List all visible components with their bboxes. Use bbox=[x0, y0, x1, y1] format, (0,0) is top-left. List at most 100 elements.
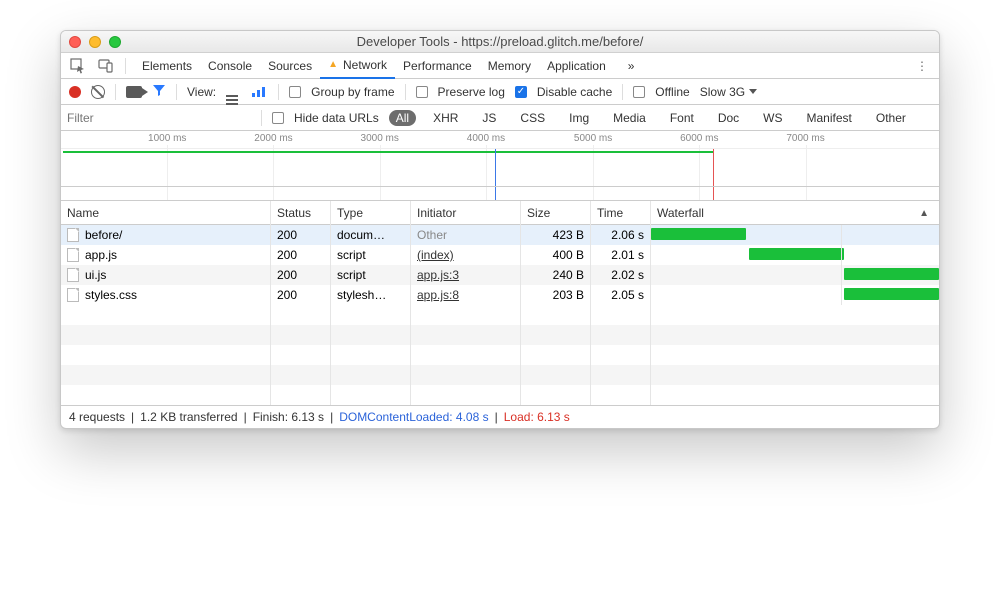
request-size: 400 B bbox=[521, 245, 591, 265]
request-initiator: Other bbox=[417, 228, 447, 242]
request-time: 2.01 s bbox=[591, 245, 651, 265]
dcl-marker bbox=[495, 149, 496, 200]
col-header-initiator[interactable]: Initiator bbox=[411, 201, 521, 225]
tab-label: Network bbox=[343, 58, 387, 72]
col-header-time[interactable]: Time bbox=[591, 201, 651, 225]
screenshot-capture-icon[interactable] bbox=[126, 86, 142, 98]
group-by-frame-checkbox[interactable] bbox=[289, 86, 301, 98]
request-name: app.js bbox=[85, 248, 117, 262]
tab-overflow[interactable]: » bbox=[620, 53, 643, 79]
tab-console[interactable]: Console bbox=[200, 53, 260, 79]
tab-sources[interactable]: Sources bbox=[260, 53, 320, 79]
disable-cache-label: Disable cache bbox=[537, 85, 612, 99]
record-button[interactable] bbox=[69, 86, 81, 98]
waterfall-view-icon[interactable] bbox=[252, 86, 268, 98]
offline-checkbox[interactable] bbox=[633, 86, 645, 98]
group-by-frame-label: Group by frame bbox=[311, 85, 394, 99]
tab-performance[interactable]: Performance bbox=[395, 53, 480, 79]
separator bbox=[278, 84, 279, 100]
hide-data-urls-label: Hide data URLs bbox=[294, 111, 379, 125]
request-time: 2.06 s bbox=[591, 225, 651, 245]
timeline-tick: 1000 ms bbox=[148, 133, 186, 144]
window-title: Developer Tools - https://preload.glitch… bbox=[61, 34, 939, 49]
request-size: 240 B bbox=[521, 265, 591, 285]
throttling-value: Slow 3G bbox=[700, 85, 745, 99]
filter-type-other[interactable]: Other bbox=[869, 110, 913, 126]
large-rows-icon[interactable] bbox=[226, 86, 242, 98]
col-header-size[interactable]: Size bbox=[521, 201, 591, 225]
request-waterfall bbox=[651, 225, 939, 245]
network-toolbar: View: Group by frame Preserve log ✓ Disa… bbox=[61, 79, 939, 105]
file-icon bbox=[67, 288, 79, 302]
request-type: script bbox=[331, 245, 411, 265]
tab-label: Elements bbox=[142, 59, 192, 73]
timeline-tick: 5000 ms bbox=[574, 133, 612, 144]
clear-button[interactable] bbox=[91, 85, 105, 99]
tab-label: Console bbox=[208, 59, 252, 73]
request-waterfall bbox=[651, 245, 939, 265]
request-initiator[interactable]: app.js:3 bbox=[417, 268, 459, 282]
request-initiator[interactable]: (index) bbox=[417, 248, 454, 262]
file-icon bbox=[67, 248, 79, 262]
preserve-log-checkbox[interactable] bbox=[416, 86, 428, 98]
table-row[interactable]: styles.css200stylesh…app.js:8203 B2.05 s bbox=[61, 285, 939, 305]
request-type: script bbox=[331, 265, 411, 285]
filter-type-ws[interactable]: WS bbox=[756, 110, 789, 126]
throttling-select[interactable]: Slow 3G bbox=[700, 85, 757, 99]
tab-memory[interactable]: Memory bbox=[480, 53, 539, 79]
table-empty-area bbox=[61, 305, 939, 405]
filter-type-xhr[interactable]: XHR bbox=[426, 110, 465, 126]
request-size: 203 B bbox=[521, 285, 591, 305]
filter-type-doc[interactable]: Doc bbox=[711, 110, 746, 126]
filter-type-css[interactable]: CSS bbox=[513, 110, 552, 126]
request-status: 200 bbox=[271, 245, 331, 265]
filter-type-manifest[interactable]: Manifest bbox=[800, 110, 859, 126]
inspect-element-icon[interactable] bbox=[67, 55, 89, 77]
filter-type-font[interactable]: Font bbox=[663, 110, 701, 126]
table-row[interactable]: app.js 200script (index) 400 B2.01 s bbox=[61, 245, 939, 265]
timeline-tick: 3000 ms bbox=[361, 133, 399, 144]
request-time: 2.05 s bbox=[591, 285, 651, 305]
kebab-menu-icon[interactable]: ⋮ bbox=[911, 55, 933, 77]
col-header-waterfall[interactable]: Waterfall▲ bbox=[651, 201, 939, 225]
col-header-type[interactable]: Type bbox=[331, 201, 411, 225]
chevron-down-icon bbox=[749, 89, 757, 94]
request-size: 423 B bbox=[521, 225, 591, 245]
table-row[interactable]: before/200docum…Other423 B2.06 s bbox=[61, 225, 939, 245]
request-initiator[interactable]: app.js:8 bbox=[417, 288, 459, 302]
tab-elements[interactable]: Elements bbox=[134, 53, 200, 79]
status-load: Load: 6.13 s bbox=[504, 410, 570, 424]
status-requests: 4 requests bbox=[69, 410, 125, 424]
table-row[interactable]: ui.js200scriptapp.js:3240 B2.02 s bbox=[61, 265, 939, 285]
tab-application[interactable]: Application bbox=[539, 53, 614, 79]
status-bar: 4 requests | 1.2 KB transferred | Finish… bbox=[61, 406, 939, 428]
status-finish: Finish: 6.13 s bbox=[253, 410, 324, 424]
tab-label: Application bbox=[547, 59, 606, 73]
filter-toggle-icon[interactable] bbox=[152, 83, 166, 100]
offline-label: Offline bbox=[655, 85, 689, 99]
request-status: 200 bbox=[271, 285, 331, 305]
filter-type-media[interactable]: Media bbox=[606, 110, 653, 126]
col-header-status[interactable]: Status bbox=[271, 201, 331, 225]
table-header-row: NameStatusTypeInitiatorSizeTimeWaterfall… bbox=[61, 201, 939, 225]
timeline-overview[interactable]: 1000 ms2000 ms3000 ms4000 ms5000 ms6000 … bbox=[61, 131, 939, 201]
col-header-name[interactable]: Name bbox=[61, 201, 271, 225]
tab-network[interactable]: ▲ Network bbox=[320, 53, 395, 79]
sort-ascending-icon: ▲ bbox=[919, 208, 929, 219]
disable-cache-checkbox[interactable]: ✓ bbox=[515, 86, 527, 98]
hide-data-urls-checkbox[interactable] bbox=[272, 112, 284, 124]
filter-type-js[interactable]: JS bbox=[475, 110, 503, 126]
filter-type-all[interactable]: All bbox=[389, 110, 416, 126]
tab-label: Performance bbox=[403, 59, 472, 73]
request-waterfall bbox=[651, 265, 939, 285]
filter-type-img[interactable]: Img bbox=[562, 110, 596, 126]
device-toggle-icon[interactable] bbox=[95, 55, 117, 77]
tab-label: Sources bbox=[268, 59, 312, 73]
timeline-tick: 7000 ms bbox=[786, 133, 824, 144]
separator bbox=[115, 84, 116, 100]
warning-icon: ▲ bbox=[328, 59, 338, 70]
separator bbox=[176, 84, 177, 100]
request-status: 200 bbox=[271, 225, 331, 245]
filter-input[interactable] bbox=[61, 106, 251, 130]
request-name: before/ bbox=[85, 228, 122, 242]
